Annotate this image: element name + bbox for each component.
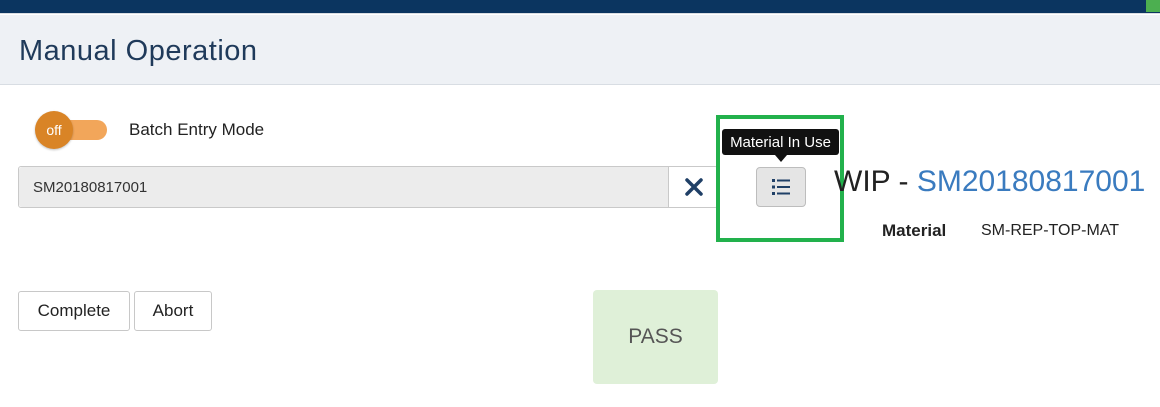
wip-title: WIP - SM20180817001 — [834, 165, 1145, 199]
material-in-use-button[interactable] — [756, 167, 806, 207]
toggle-knob: off — [35, 111, 73, 149]
wip-separator: - — [898, 165, 909, 198]
batch-entry-label: Batch Entry Mode — [129, 120, 265, 139]
wip-search-input[interactable] — [19, 167, 669, 207]
topbar-accent — [1146, 0, 1160, 12]
material-label: Material — [882, 221, 947, 240]
tooltip-arrow — [775, 155, 787, 162]
wip-prefix: WIP — [834, 165, 891, 198]
list-icon — [772, 179, 790, 195]
complete-button[interactable]: Complete — [18, 291, 130, 331]
pass-status-badge: PASS — [593, 290, 718, 384]
page-title: Manual Operation — [19, 35, 258, 67]
abort-button[interactable]: Abort — [134, 291, 212, 331]
clear-button[interactable] — [670, 167, 717, 207]
page-header: Manual Operation — [0, 15, 1160, 85]
wip-id-link[interactable]: SM20180817001 — [917, 165, 1146, 198]
batch-entry-toggle[interactable]: off — [35, 111, 108, 149]
wip-search-group — [18, 166, 718, 208]
top-navigation-bar — [0, 0, 1160, 14]
material-in-use-tooltip: Material In Use — [722, 129, 839, 155]
material-value: SM-REP-TOP-MAT — [981, 222, 1120, 239]
close-icon — [684, 178, 703, 196]
